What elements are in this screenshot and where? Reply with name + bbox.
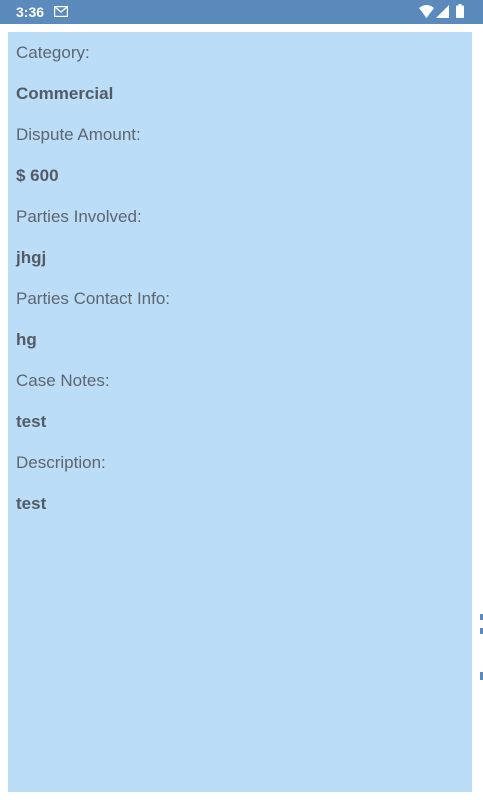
description-value: test (16, 494, 47, 513)
category-label: Category: (16, 43, 90, 62)
signal-icon (436, 5, 449, 18)
parties-involved-label: Parties Involved: (16, 207, 142, 226)
app-screen: 3:36 Category: Commercial Dispute Amount… (0, 0, 483, 800)
case-notes-value: test (16, 412, 47, 431)
case-details-panel: Category: Commercial Dispute Amount: $ 6… (8, 32, 472, 792)
status-time: 3:36 (16, 4, 45, 20)
battery-icon (456, 4, 464, 18)
wifi-icon (419, 5, 434, 18)
parties-involved-value: jhgj (16, 248, 47, 267)
status-bar: 3:36 (0, 0, 483, 24)
parties-contact-info-value: hg (16, 330, 37, 349)
category-value: Commercial (16, 84, 114, 103)
case-notes-label: Case Notes: (16, 371, 110, 390)
mail-icon (54, 6, 68, 17)
dispute-amount-value: $ 600 (16, 166, 59, 185)
parties-contact-info-label: Parties Contact Info: (16, 289, 171, 308)
dispute-amount-label: Dispute Amount: (16, 125, 141, 144)
description-label: Description: (16, 453, 106, 472)
